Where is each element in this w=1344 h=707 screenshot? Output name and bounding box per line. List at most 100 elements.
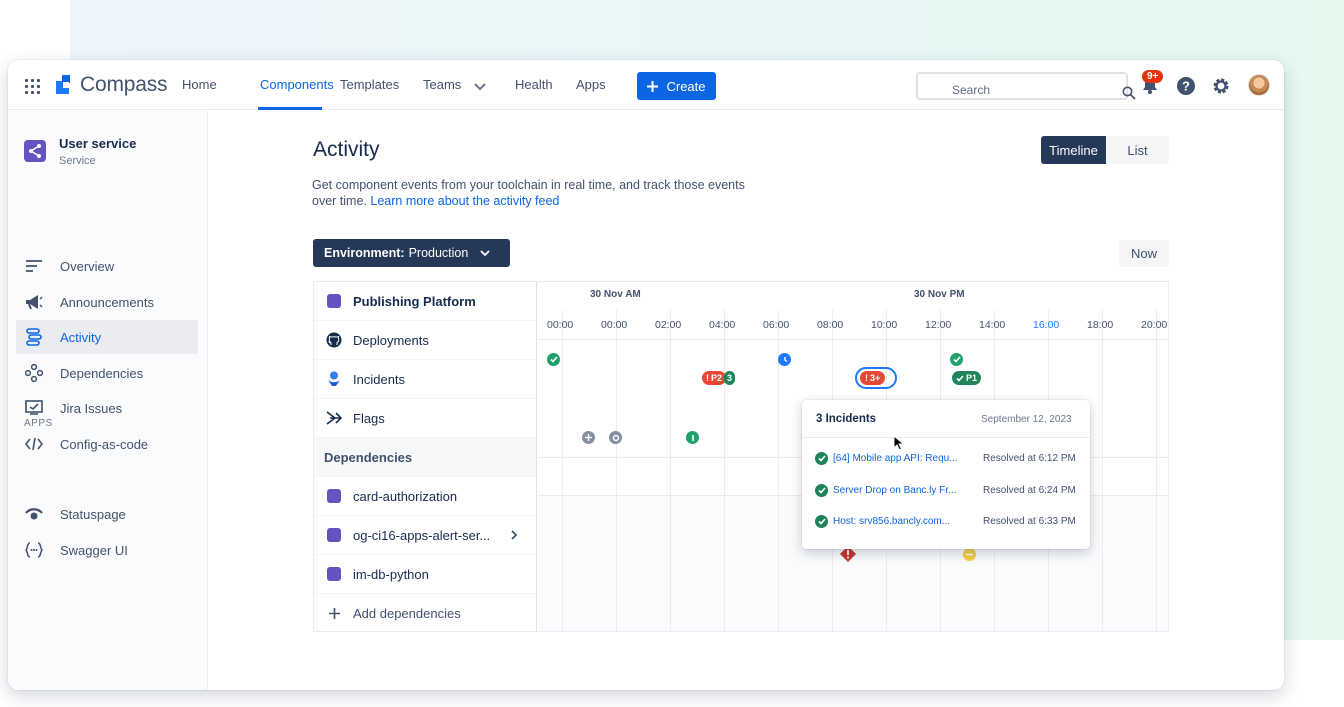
check-icon — [549, 356, 558, 363]
sidebar-item-swagger-ui[interactable]: Swagger UI — [16, 533, 198, 567]
chevron-down-icon — [474, 82, 486, 90]
date-label-am: 30 Nov AM — [590, 289, 641, 300]
avatar[interactable] — [1248, 74, 1270, 96]
incident-p2-event[interactable]: ! P2 — [702, 371, 727, 385]
priority-label: P1 — [966, 373, 978, 383]
sidebar-item-label: Statuspage — [60, 506, 126, 522]
ring-icon — [612, 434, 619, 441]
minus-icon — [966, 553, 973, 556]
grid-line — [1102, 310, 1103, 631]
sidebar-item-activity[interactable]: Activity — [16, 320, 198, 354]
nav-health[interactable]: Health — [515, 77, 553, 92]
apps-section-label: APPS — [24, 418, 53, 429]
row-incidents[interactable]: Incidents — [314, 360, 536, 399]
row-dependency-card-authorization[interactable]: card-authorization — [314, 477, 536, 516]
deployment-in-progress-event[interactable] — [778, 353, 791, 366]
incident-count-badge[interactable]: 3 — [724, 371, 736, 385]
deployment-success-event[interactable] — [547, 353, 560, 366]
app-switcher-icon[interactable] — [25, 79, 40, 94]
sidebar-item-label: Swagger UI — [60, 542, 128, 558]
gear-icon[interactable] — [1211, 76, 1231, 96]
create-button[interactable]: Create — [637, 72, 716, 100]
dependency-warning-event[interactable] — [963, 548, 976, 561]
row-dependency-im-db-python[interactable]: im-db-python — [314, 555, 536, 594]
opsgenie-icon — [325, 370, 343, 388]
popover-incident-row[interactable]: Host: srv856.bancly.com... Resolved at 6… — [815, 513, 1077, 529]
sidebar-item-label: Jira Issues — [60, 400, 123, 416]
incident-p1-resolved-event[interactable]: P1 — [952, 371, 982, 385]
sidebar-item-overview[interactable]: Overview — [16, 249, 198, 283]
grid-line — [1156, 310, 1157, 631]
add-dependencies-button[interactable]: Add dependencies — [314, 594, 536, 633]
compass-logo[interactable]: Compass — [56, 73, 167, 97]
incident-link[interactable]: Host: srv856.bancly.com... — [833, 516, 979, 527]
time-tick: 18:00 — [1087, 319, 1114, 331]
plus-icon — [647, 80, 659, 92]
active-nav-indicator — [258, 107, 322, 110]
date-label-pm: 30 Nov PM — [914, 289, 965, 300]
row-dependency-og-ci16[interactable]: og-ci16-apps-alert-ser... — [314, 516, 536, 555]
row-label: og-ci16-apps-alert-ser... — [353, 527, 491, 543]
now-button[interactable]: Now — [1119, 240, 1169, 267]
learn-more-link[interactable]: Learn more about the activity feed — [370, 194, 559, 208]
top-navigation: Compass Home Components Templates Teams … — [8, 60, 1284, 110]
resolved-check-icon — [815, 514, 828, 528]
grid-line — [670, 310, 671, 631]
chevron-right-icon[interactable] — [510, 530, 518, 540]
flag-event[interactable] — [582, 431, 595, 444]
timeline-view-button[interactable]: Timeline — [1041, 136, 1106, 164]
plus-icon — [585, 434, 592, 441]
nav-teams[interactable]: Teams — [423, 77, 487, 92]
popover-incident-row[interactable]: [64] Mobile app API: Requ... Resolved at… — [815, 450, 1077, 466]
sidebar-item-config-as-code[interactable]: Config-as-code — [16, 427, 198, 461]
code-icon — [24, 434, 44, 454]
row-flags[interactable]: Flags — [314, 399, 536, 438]
list-view-button[interactable]: List — [1106, 136, 1169, 164]
incident-link[interactable]: [64] Mobile app API: Requ... — [833, 453, 979, 464]
component-icon — [325, 292, 343, 310]
sidebar-item-announcements[interactable]: Announcements — [16, 285, 198, 319]
row-publishing-platform[interactable]: Publishing Platform — [314, 282, 536, 321]
popover-incident-row[interactable]: Server Drop on Banc.ly Fr... Resolved at… — [815, 482, 1077, 498]
incident-group-event[interactable]: ! 3+ — [860, 371, 886, 385]
search-placeholder: Search — [952, 83, 991, 97]
popover-divider — [802, 437, 1090, 438]
mouse-cursor-icon — [893, 435, 905, 451]
search-input[interactable]: Search — [916, 72, 1128, 100]
time-tick: 02:00 — [655, 319, 682, 331]
toggle-on-icon — [691, 434, 694, 441]
flag-event[interactable] — [686, 431, 699, 444]
row-deployments[interactable]: Deployments — [314, 321, 536, 360]
sidebar-item-dependencies[interactable]: Dependencies — [16, 356, 198, 390]
component-name[interactable]: User service — [59, 136, 136, 151]
component-icon — [325, 526, 343, 544]
deployment-success-event[interactable] — [950, 353, 963, 366]
flag-event[interactable] — [609, 431, 622, 444]
row-label: Publishing Platform — [353, 293, 476, 309]
incident-link[interactable]: Server Drop on Banc.ly Fr... — [833, 485, 979, 496]
check-icon — [956, 374, 964, 382]
nav-apps[interactable]: Apps — [576, 77, 606, 92]
time-tick: 12:00 — [925, 319, 952, 331]
activity-icon — [24, 327, 44, 347]
resolved-time: Resolved at 6:24 PM — [983, 484, 1076, 496]
notification-badge: 9+ — [1142, 70, 1164, 83]
nav-teams-label: Teams — [423, 77, 462, 92]
help-icon[interactable]: ? — [1176, 76, 1196, 96]
environment-dropdown[interactable]: Environment: Production — [313, 239, 510, 267]
popover-title: 3 Incidents — [816, 413, 877, 425]
component-icon — [325, 565, 343, 583]
time-tick: 14:00 — [979, 319, 1006, 331]
time-tick: 04:00 — [709, 319, 736, 331]
time-tick-current: 16:00 — [1033, 319, 1060, 331]
nav-home[interactable]: Home — [182, 77, 217, 92]
time-tick: 00:00 — [547, 319, 574, 331]
timeline-row-labels: Publishing Platform Deployments Incident… — [314, 282, 537, 631]
incidents-popover: 3 Incidents September 12, 2023 [64] Mobi… — [802, 400, 1090, 549]
grid-line — [616, 310, 617, 631]
nav-templates[interactable]: Templates — [340, 77, 399, 92]
sidebar-item-statuspage[interactable]: Statuspage — [16, 497, 198, 531]
app-window: Compass Home Components Templates Teams … — [8, 60, 1284, 690]
search-icon[interactable] — [1122, 86, 1136, 100]
nav-components[interactable]: Components — [260, 77, 334, 92]
